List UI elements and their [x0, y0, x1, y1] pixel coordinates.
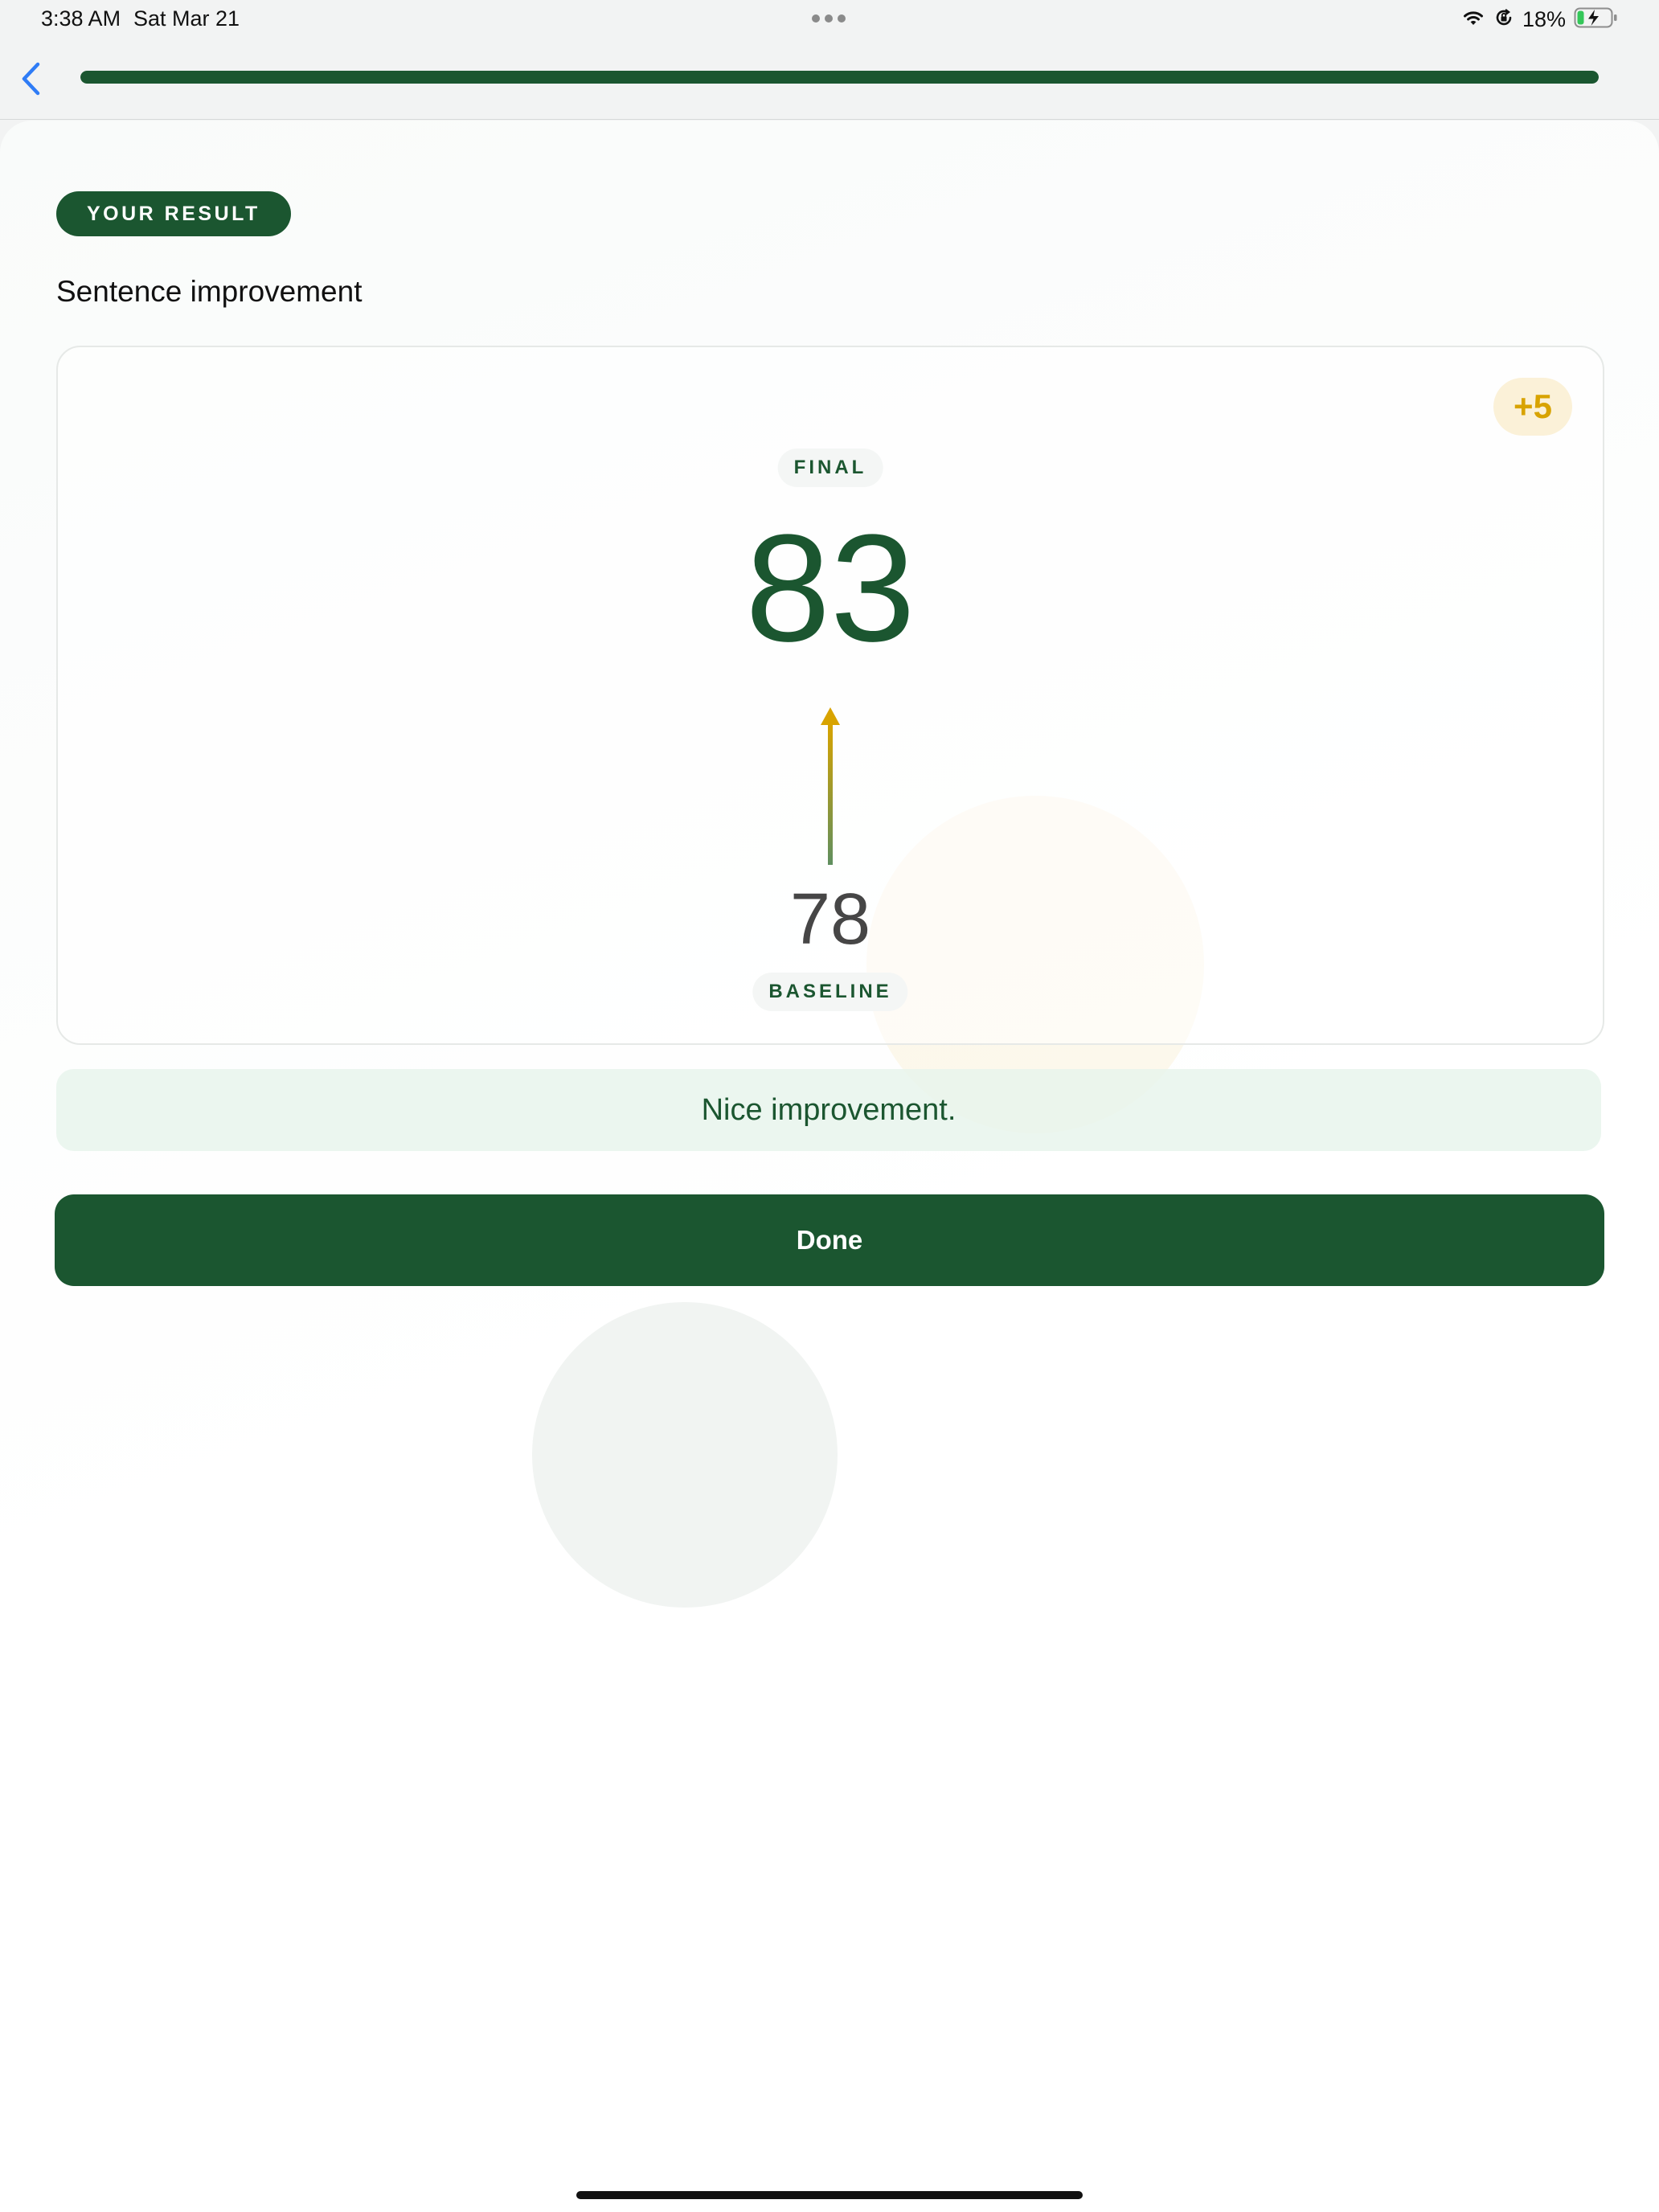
progress-fill: [80, 71, 1599, 84]
status-time: 3:38 AM: [41, 6, 121, 31]
progress-bar: [80, 71, 1599, 84]
battery-charging-icon: [1574, 6, 1619, 33]
score-card: +5 FINAL 83 78 BASELINE: [56, 346, 1604, 1045]
arrow-up-icon: [821, 707, 840, 865]
decorative-circle: [532, 1302, 838, 1608]
back-button[interactable]: [14, 59, 47, 98]
baseline-score: 78: [789, 879, 871, 960]
feedback-message: Nice improvement.: [56, 1069, 1601, 1151]
multitasking-dots-icon[interactable]: [812, 14, 846, 23]
nav-bar: [0, 39, 1659, 120]
wifi-icon: [1461, 8, 1485, 31]
status-date: Sat Mar 21: [133, 6, 240, 31]
done-button[interactable]: Done: [55, 1194, 1604, 1286]
result-sheet: YOUR RESULT Sentence improvement +5 FINA…: [0, 121, 1659, 2212]
score-delta-badge: +5: [1493, 378, 1572, 436]
home-indicator[interactable]: [576, 2191, 1083, 2199]
status-indicators: 18%: [1461, 5, 1619, 34]
final-label: FINAL: [777, 449, 883, 487]
baseline-label: BASELINE: [752, 973, 908, 1011]
orientation-lock-icon: [1493, 7, 1514, 32]
page-title: Sentence improvement: [56, 275, 363, 308]
chevron-left-icon: [22, 62, 40, 96]
final-score: 83: [745, 503, 916, 674]
your-result-pill: YOUR RESULT: [56, 191, 291, 236]
status-bar: 3:38 AM Sat Mar 21 18%: [0, 0, 1659, 39]
battery-percent: 18%: [1522, 6, 1566, 31]
